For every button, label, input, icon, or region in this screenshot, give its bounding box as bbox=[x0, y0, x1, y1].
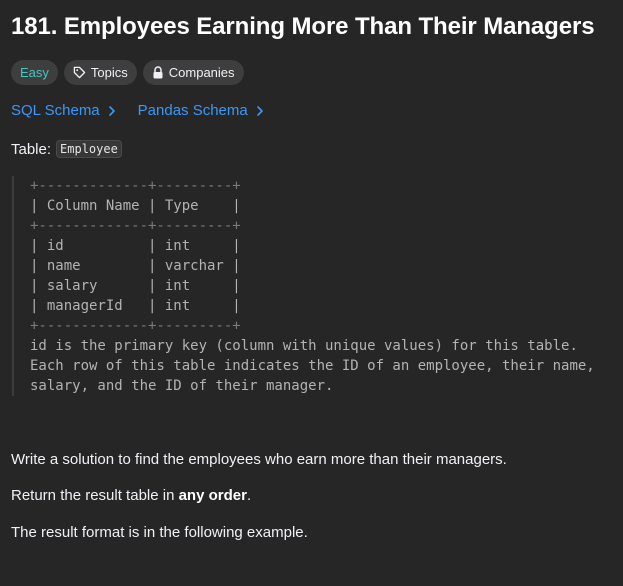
schema-row: | name | varchar | bbox=[30, 258, 241, 274]
schema-note: id is the primary key (column with uniqu… bbox=[30, 338, 578, 354]
schema-note: Each row of this table indicates the ID … bbox=[30, 358, 595, 374]
table-name-code: Employee bbox=[56, 140, 122, 158]
pandas-schema-link[interactable]: Pandas Schema bbox=[138, 102, 264, 119]
schema-row: | id | int | bbox=[30, 238, 241, 254]
chevron-right-icon bbox=[108, 105, 116, 117]
description-line-2: Return the result table in any order. bbox=[11, 487, 251, 504]
schema-row: | salary | int | bbox=[30, 278, 241, 294]
tag-icon bbox=[73, 66, 86, 79]
description-line-1: Write a solution to find the employees w… bbox=[11, 451, 507, 468]
sql-schema-label: SQL Schema bbox=[11, 102, 100, 119]
table-label: Table: Employee bbox=[11, 140, 122, 158]
pandas-schema-label: Pandas Schema bbox=[137, 102, 248, 119]
topics-label: Topics bbox=[90, 65, 128, 80]
difficulty-label: Easy bbox=[20, 65, 49, 80]
badge-row: Easy Topics Companies bbox=[11, 60, 244, 85]
chevron-right-icon bbox=[256, 105, 264, 117]
schema-pre: +-------------+---------+ | Column Name … bbox=[30, 176, 595, 396]
schema-header: | Column Name | Type | bbox=[30, 198, 241, 214]
description-line-2-suffix: . bbox=[246, 487, 252, 504]
description-line-3: The result format is in the following ex… bbox=[11, 524, 308, 541]
schema-border-bottom: +-------------+---------+ bbox=[30, 318, 241, 334]
schema-border-mid: +-------------+---------+ bbox=[30, 218, 241, 234]
schema-border-top: +-------------+---------+ bbox=[30, 178, 241, 194]
lock-icon bbox=[152, 66, 164, 79]
schema-note: salary, and the ID of their manager. bbox=[30, 378, 334, 394]
difficulty-badge[interactable]: Easy bbox=[11, 60, 58, 85]
description-line-2-bold: any order bbox=[178, 487, 247, 504]
sql-schema-link[interactable]: SQL Schema bbox=[11, 102, 116, 119]
page-title: 181. Employees Earning More Than Their M… bbox=[11, 13, 595, 40]
schema-code-block: +-------------+---------+ | Column Name … bbox=[12, 176, 612, 396]
schema-row: | managerId | int | bbox=[30, 298, 241, 314]
description-line-2-prefix: Return the result table in bbox=[11, 487, 179, 504]
topics-button[interactable]: Topics bbox=[63, 60, 137, 85]
companies-label: Companies bbox=[168, 65, 235, 80]
table-label-prefix: Table: bbox=[11, 140, 52, 158]
companies-button[interactable]: Companies bbox=[142, 60, 244, 85]
schema-links: SQL Schema Pandas Schema bbox=[11, 102, 264, 119]
